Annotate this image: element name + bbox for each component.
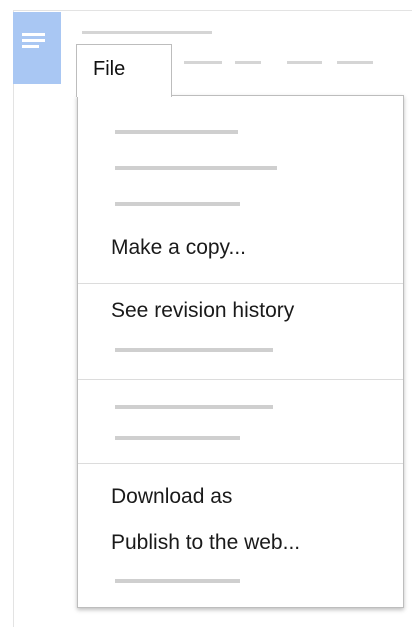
menu-divider <box>78 379 403 380</box>
menu-item-make-a-copy[interactable]: Make a copy... <box>111 236 246 260</box>
document-lines-icon <box>22 33 45 51</box>
menu-item-placeholder[interactable] <box>115 405 273 409</box>
menu-item-placeholder[interactable] <box>115 130 238 134</box>
docs-icon[interactable] <box>13 12 61 84</box>
file-menu-tab-label: File <box>93 58 126 80</box>
menu-item-placeholder[interactable] <box>115 348 273 352</box>
menu-item-placeholder[interactable] <box>115 202 240 206</box>
menu-item-placeholder[interactable] <box>115 579 240 583</box>
menu-item-placeholder[interactable] <box>115 436 240 440</box>
menu-item-placeholder[interactable] <box>115 166 277 170</box>
menu-item-see-revision-history[interactable]: See revision history <box>111 299 294 323</box>
menubar-item-placeholder <box>184 61 222 64</box>
menu-item-download-as[interactable]: Download as <box>111 485 232 509</box>
menubar-item-placeholder <box>337 61 373 64</box>
menubar-item-placeholder <box>287 61 322 64</box>
file-menu-tab[interactable]: File <box>76 44 172 97</box>
menu-divider <box>78 283 403 284</box>
menu-divider <box>78 463 403 464</box>
menubar-item-placeholder <box>235 61 261 64</box>
menu-item-publish-to-the-web[interactable]: Publish to the web... <box>111 531 300 555</box>
document-title-placeholder <box>82 31 212 34</box>
